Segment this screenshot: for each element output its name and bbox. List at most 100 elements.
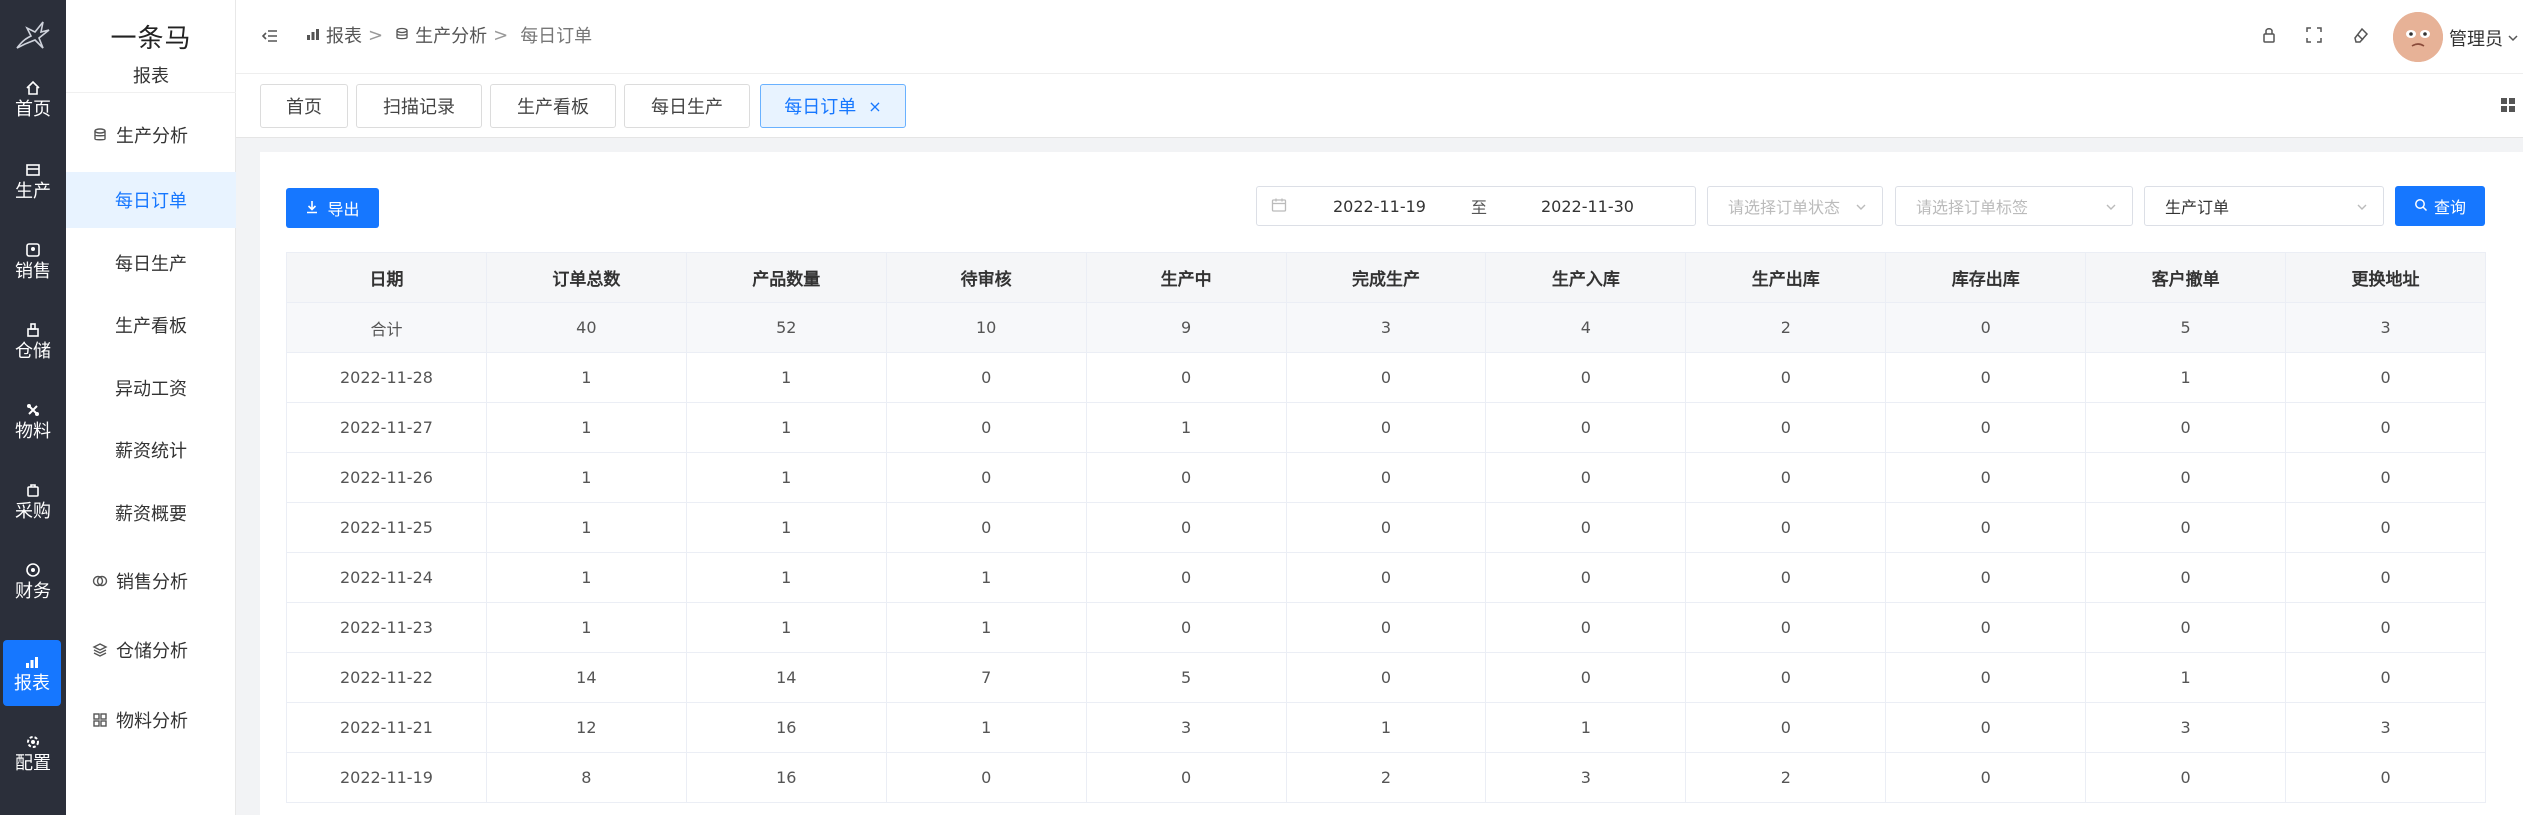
sidebar-group-warehouse-analysis[interactable]: 仓储分析 [92,637,188,663]
table-cell: 0 [2285,552,2486,603]
collapse-menu-icon[interactable] [260,26,280,46]
col-header[interactable]: 日期 [286,252,487,303]
secondary-sidebar: 一条马 报表 生产分析 每日订单 每日生产 生产看板 异动工资 薪资统计 薪资概… [66,0,236,815]
table-row: 2022-11-21 12 16 1 3 1 1 0 0 3 3 [286,702,2486,753]
table-cell: 40 [485,302,687,353]
table-cell: 52 [685,302,887,353]
warehouse-icon [24,321,42,339]
tab-daily-production[interactable]: 每日生产 [624,84,750,128]
user-menu[interactable]: 管理员 [2449,25,2519,51]
sidebar-item-wage-changes[interactable]: 异动工资 [66,360,236,416]
table-cell: 0 [2285,402,2486,453]
table-cell: 0 [2285,652,2486,703]
sidebar-item-salary-summary[interactable]: 薪资概要 [66,485,236,541]
table-cell: 0 [2285,452,2486,503]
col-header[interactable]: 更换地址 [2285,252,2486,303]
chevron-down-icon [1854,199,1868,213]
rail-item-purchase[interactable]: 采购 [0,468,66,534]
query-button[interactable]: 查询 [2395,186,2485,226]
table-cell: 3 [2285,302,2486,353]
table-cell: 0 [1085,752,1287,803]
breadcrumb-current: 每日订单 [520,26,593,47]
table-cell: 5 [2085,302,2287,353]
date-end-input[interactable]: 2022-11-30 [1541,197,1634,216]
tab-label: 生产看板 [517,97,589,118]
rail-item-sales[interactable]: 销售 [0,228,66,294]
eraser-icon[interactable] [2352,26,2372,46]
col-header[interactable]: 待审核 [885,252,1087,303]
breadcrumb-item[interactable]: 生产分析 [415,22,487,48]
select-placeholder: 请选择订单标签 [1916,198,2029,217]
rail-item-report[interactable]: 报表 [3,640,61,706]
rail-item-material[interactable]: 物料 [0,388,66,454]
table-cell: 2022-11-21 [286,702,487,753]
table-cell: 0 [2085,502,2287,553]
export-button[interactable]: 导出 [286,188,379,228]
date-range-picker[interactable]: 2022-11-19 至 2022-11-30 [1256,186,1696,226]
sidebar-group-production-analysis[interactable]: 生产分析 [92,122,188,148]
sidebar-group-material-analysis[interactable]: 物料分析 [92,707,188,733]
date-start-input[interactable]: 2022-11-19 [1333,197,1426,216]
table-cell: 0 [1285,502,1487,553]
date-range-separator: 至 [1471,198,1488,217]
sidebar-item-label: 每日生产 [115,254,187,275]
select-value: 生产订单 [2165,198,2230,217]
table-cell: 0 [1085,552,1287,603]
rail-label: 配置 [15,752,51,774]
rail-label: 采购 [15,500,51,522]
col-header[interactable]: 生产入库 [1485,252,1687,303]
tab-production-board[interactable]: 生产看板 [490,84,616,128]
order-type-select[interactable]: 生产订单 [2144,186,2384,226]
sidebar-item-production-board[interactable]: 生产看板 [66,297,236,353]
query-label: 查询 [2433,198,2466,217]
lock-icon[interactable] [2260,26,2280,46]
grid-icon [92,712,108,728]
sidebar-item-daily-production[interactable]: 每日生产 [66,235,236,291]
table-cell: 12 [485,702,687,753]
table-cell: 0 [885,402,1087,453]
rail-item-home[interactable]: 首页 [0,66,66,132]
col-header[interactable]: 客户撤单 [2085,252,2287,303]
table-row: 2022-11-24 1 1 1 0 0 0 0 0 0 0 [286,552,2486,603]
table-cell: 0 [1085,352,1287,403]
rail-label: 财务 [15,580,51,602]
table-cell: 0 [1485,452,1687,503]
table-cell: 0 [2085,552,2287,603]
rail-item-settings[interactable]: 配置 [0,720,66,786]
col-header[interactable]: 生产中 [1085,252,1287,303]
rail-item-finance[interactable]: 财务 [0,548,66,614]
col-header[interactable]: 产品数量 [685,252,887,303]
col-header[interactable]: 库存出库 [1885,252,2087,303]
col-header[interactable]: 生产出库 [1685,252,1887,303]
rail-item-production[interactable]: 生产 [0,148,66,214]
table-cell: 1 [485,402,687,453]
tab-home[interactable]: 首页 [260,84,348,128]
table-cell: 1 [485,502,687,553]
select-placeholder: 请选择订单状态 [1728,198,1841,217]
sidebar-item-salary-stats[interactable]: 薪资统计 [66,422,236,478]
daily-orders-table: 日期 订单总数 产品数量 待审核 生产中 完成生产 生产入库 生产出库 库存出库… [286,252,2486,803]
order-status-select[interactable]: 请选择订单状态 [1707,186,1883,226]
database-icon [92,127,108,143]
rail-item-warehouse[interactable]: 仓储 [0,308,66,374]
breadcrumb-item[interactable]: 报表 [326,22,362,48]
table-cell: 0 [2085,752,2287,803]
sidebar-item-label: 薪资概要 [115,504,187,525]
close-icon[interactable]: × [868,97,881,116]
table-cell: 3 [2285,702,2486,753]
apps-grid-icon[interactable] [2499,96,2519,116]
sidebar-group-sales-analysis[interactable]: 销售分析 [92,568,188,594]
tab-daily-orders[interactable]: 每日订单 × [760,84,906,128]
table-cell: 2022-11-28 [286,352,487,403]
table-cell: 0 [1285,552,1487,603]
sidebar-item-label: 每日订单 [115,191,187,212]
fullscreen-icon[interactable] [2305,26,2325,46]
table-cell: 0 [885,352,1087,403]
col-header[interactable]: 订单总数 [485,252,687,303]
sidebar-item-daily-orders[interactable]: 每日订单 [66,172,236,228]
table-cell: 1 [685,602,887,653]
tab-scan-records[interactable]: 扫描记录 [356,84,482,128]
order-tag-select[interactable]: 请选择订单标签 [1895,186,2133,226]
avatar[interactable] [2393,12,2443,62]
col-header[interactable]: 完成生产 [1285,252,1487,303]
